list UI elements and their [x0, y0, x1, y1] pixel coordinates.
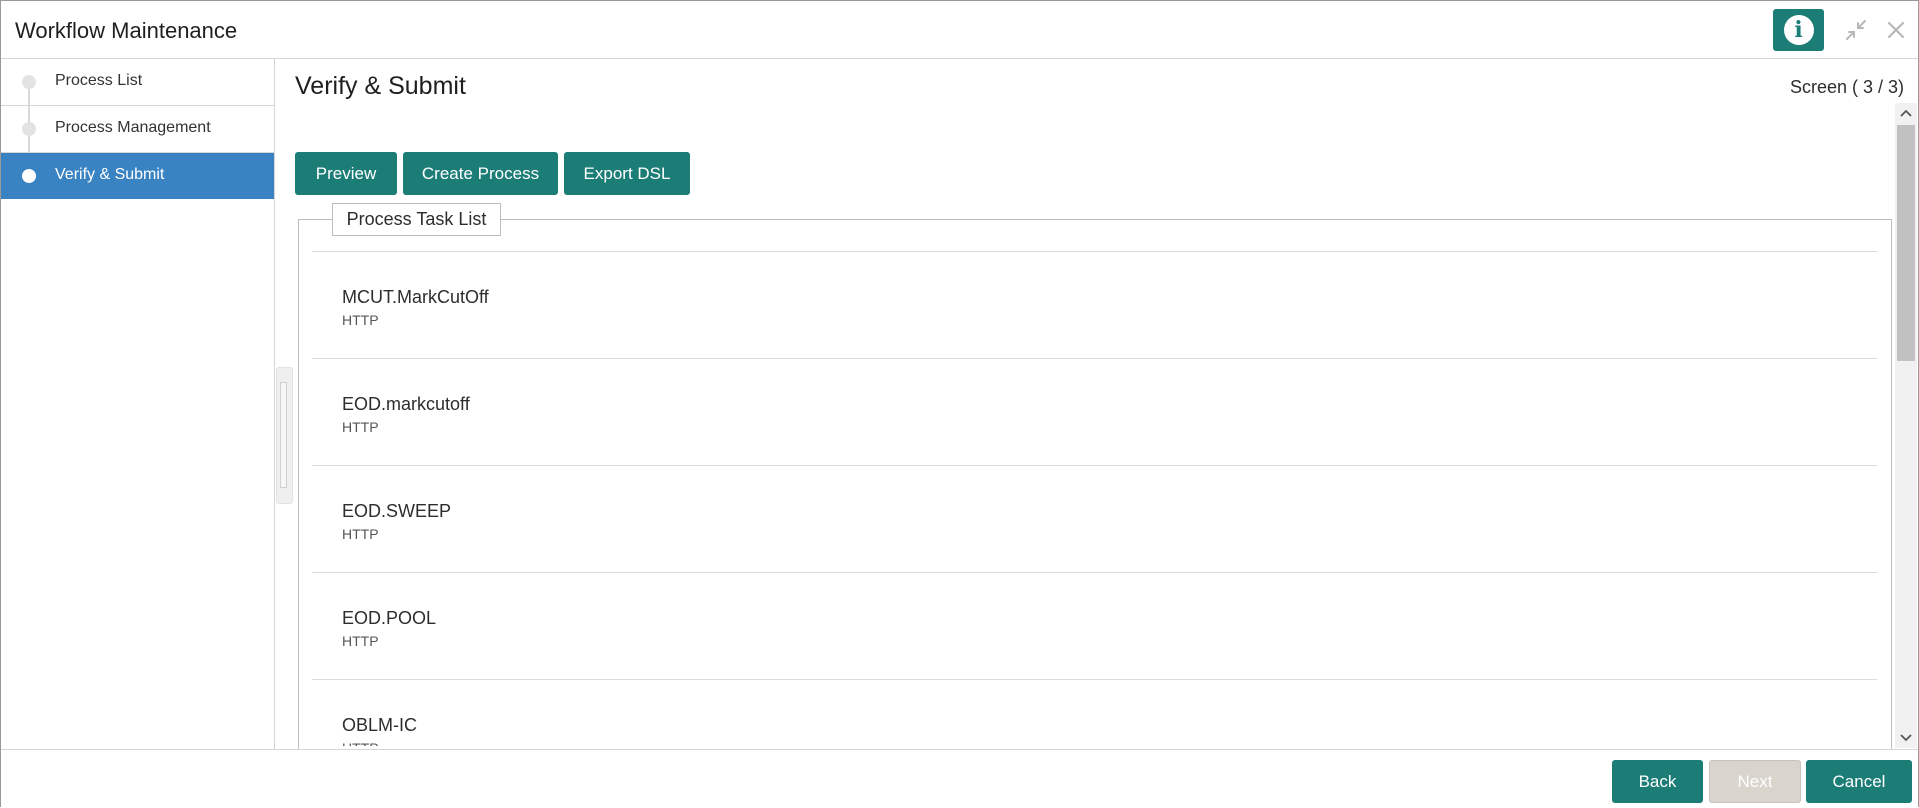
panel-splitter[interactable] [276, 367, 293, 504]
task-name: OBLM-IC [342, 715, 418, 735]
task-type: HTTP [342, 740, 379, 746]
list-item[interactable]: EOD.POOL HTTP [312, 572, 1877, 679]
task-name: MCUT.MarkCutOff [342, 287, 489, 307]
task-type: HTTP [342, 633, 379, 649]
step-label: Process List [55, 72, 143, 89]
screen-indicator: Screen ( 3 / 3) [1789, 77, 1904, 97]
preview-button[interactable]: Preview [295, 152, 397, 195]
scroll-down-arrow-icon[interactable] [1895, 728, 1917, 748]
list-item[interactable]: OBLM-IC HTTP [312, 679, 1877, 746]
footer-bar: Back Next Cancel [1, 749, 1918, 808]
list-item[interactable]: EOD.markcutoff HTTP [312, 358, 1877, 465]
close-icon[interactable] [1884, 18, 1908, 42]
step-process-list[interactable]: Process List [1, 59, 274, 105]
export-dsl-button[interactable]: Export DSL [564, 152, 690, 195]
create-process-button[interactable]: Create Process [403, 152, 558, 195]
step-label: Process Management [55, 119, 211, 136]
step-label: Verify & Submit [55, 166, 165, 183]
step-verify-submit[interactable]: Verify & Submit [1, 153, 274, 199]
window-title: Workflow Maintenance [15, 18, 238, 43]
task-name: EOD.SWEEP [342, 501, 452, 521]
task-type: HTTP [342, 312, 379, 328]
scroll-up-arrow-icon[interactable] [1895, 103, 1917, 123]
step-dot [22, 122, 36, 136]
scroll-thumb[interactable] [1897, 125, 1915, 361]
window-header: Workflow Maintenance i [1, 1, 1918, 59]
step-dot [22, 75, 36, 89]
step-dot [22, 169, 36, 183]
task-type: HTTP [342, 419, 379, 435]
info-icon: i [1783, 15, 1814, 45]
task-name: EOD.POOL [342, 608, 437, 628]
workflow-maintenance-window: Workflow Maintenance i Process List Proc… [0, 0, 1919, 808]
next-button[interactable]: Next [1709, 760, 1801, 803]
back-button[interactable]: Back [1612, 760, 1703, 803]
step-sidebar: Process List Process Management Verify &… [1, 59, 275, 749]
list-item[interactable]: EOD.SWEEP HTTP [312, 465, 1877, 572]
task-name: EOD.markcutoff [342, 394, 470, 414]
task-type: HTTP [342, 526, 379, 542]
minimize-icon[interactable] [1844, 18, 1868, 42]
list-item[interactable]: MCUT.MarkCutOff HTTP [312, 251, 1877, 358]
step-process-management[interactable]: Process Management [1, 106, 274, 152]
splitter-grip [280, 382, 287, 488]
cancel-button[interactable]: Cancel [1806, 760, 1912, 803]
content-scrollbar[interactable] [1895, 103, 1917, 748]
process-task-list-legend: Process Task List [332, 203, 501, 236]
info-button[interactable]: i [1773, 9, 1824, 51]
page-title: Verify & Submit [295, 72, 466, 100]
task-list: MCUT.MarkCutOff HTTP EOD.markcutoff HTTP… [312, 251, 1877, 746]
